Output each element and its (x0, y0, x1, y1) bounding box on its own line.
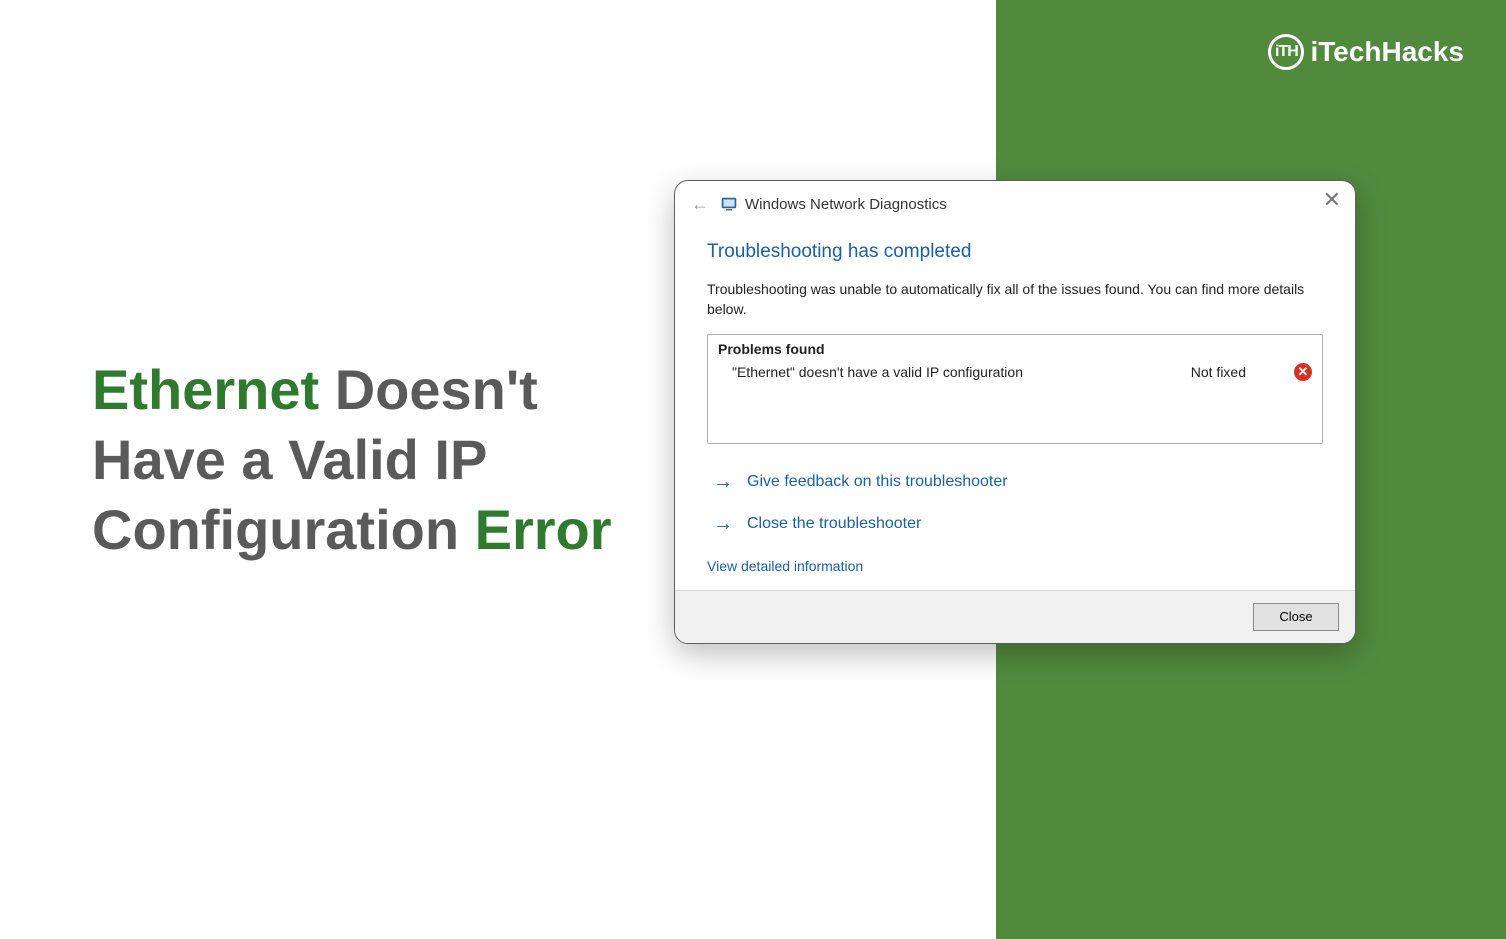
give-feedback-link[interactable]: → Give feedback on this troubleshooter (707, 472, 1323, 492)
close-icon[interactable]: ✕ (1323, 189, 1341, 211)
arrow-right-icon: → (713, 472, 733, 492)
dialog-title: Windows Network Diagnostics (745, 196, 947, 213)
give-feedback-label: Give feedback on this troubleshooter (747, 473, 1008, 491)
problem-text: "Ethernet" doesn't have a valid IP confi… (732, 364, 1191, 380)
troubleshoot-description: Troubleshooting was unable to automatica… (707, 279, 1323, 320)
close-button[interactable]: Close (1253, 603, 1339, 631)
arrow-right-icon: → (713, 514, 733, 534)
dialog-body: Troubleshooting has completed Troublesho… (675, 221, 1355, 590)
headline-highlight-1: Ethernet (92, 358, 319, 421)
dialog-titlebar: ← Windows Network Diagnostics ✕ (675, 181, 1355, 221)
brand-name: iTechHacks (1310, 36, 1464, 68)
troubleshooter-dialog: ← Windows Network Diagnostics ✕ Troubles… (674, 180, 1356, 644)
back-arrow-icon[interactable]: ← (691, 195, 709, 213)
dialog-footer: Close (675, 590, 1355, 643)
headline-highlight-2: Error (475, 498, 612, 561)
brand-badge-icon: iTH (1268, 34, 1304, 70)
error-icon: ✕ (1294, 363, 1312, 381)
problems-found-box: Problems found "Ethernet" doesn't have a… (707, 334, 1323, 444)
problem-status: Not fixed (1191, 364, 1246, 380)
close-troubleshooter-label: Close the troubleshooter (747, 515, 921, 533)
problems-found-label: Problems found (718, 341, 1312, 357)
page-headline: Ethernet Doesn't Have a Valid IP Configu… (92, 355, 632, 565)
troubleshoot-heading: Troubleshooting has completed (707, 241, 1323, 263)
network-diagnostics-icon (721, 196, 737, 212)
problem-row[interactable]: "Ethernet" doesn't have a valid IP confi… (718, 363, 1312, 381)
brand-logo: iTH iTechHacks (1268, 34, 1464, 70)
view-detailed-info-link[interactable]: View detailed information (707, 558, 863, 574)
close-troubleshooter-link[interactable]: → Close the troubleshooter (707, 514, 1323, 534)
